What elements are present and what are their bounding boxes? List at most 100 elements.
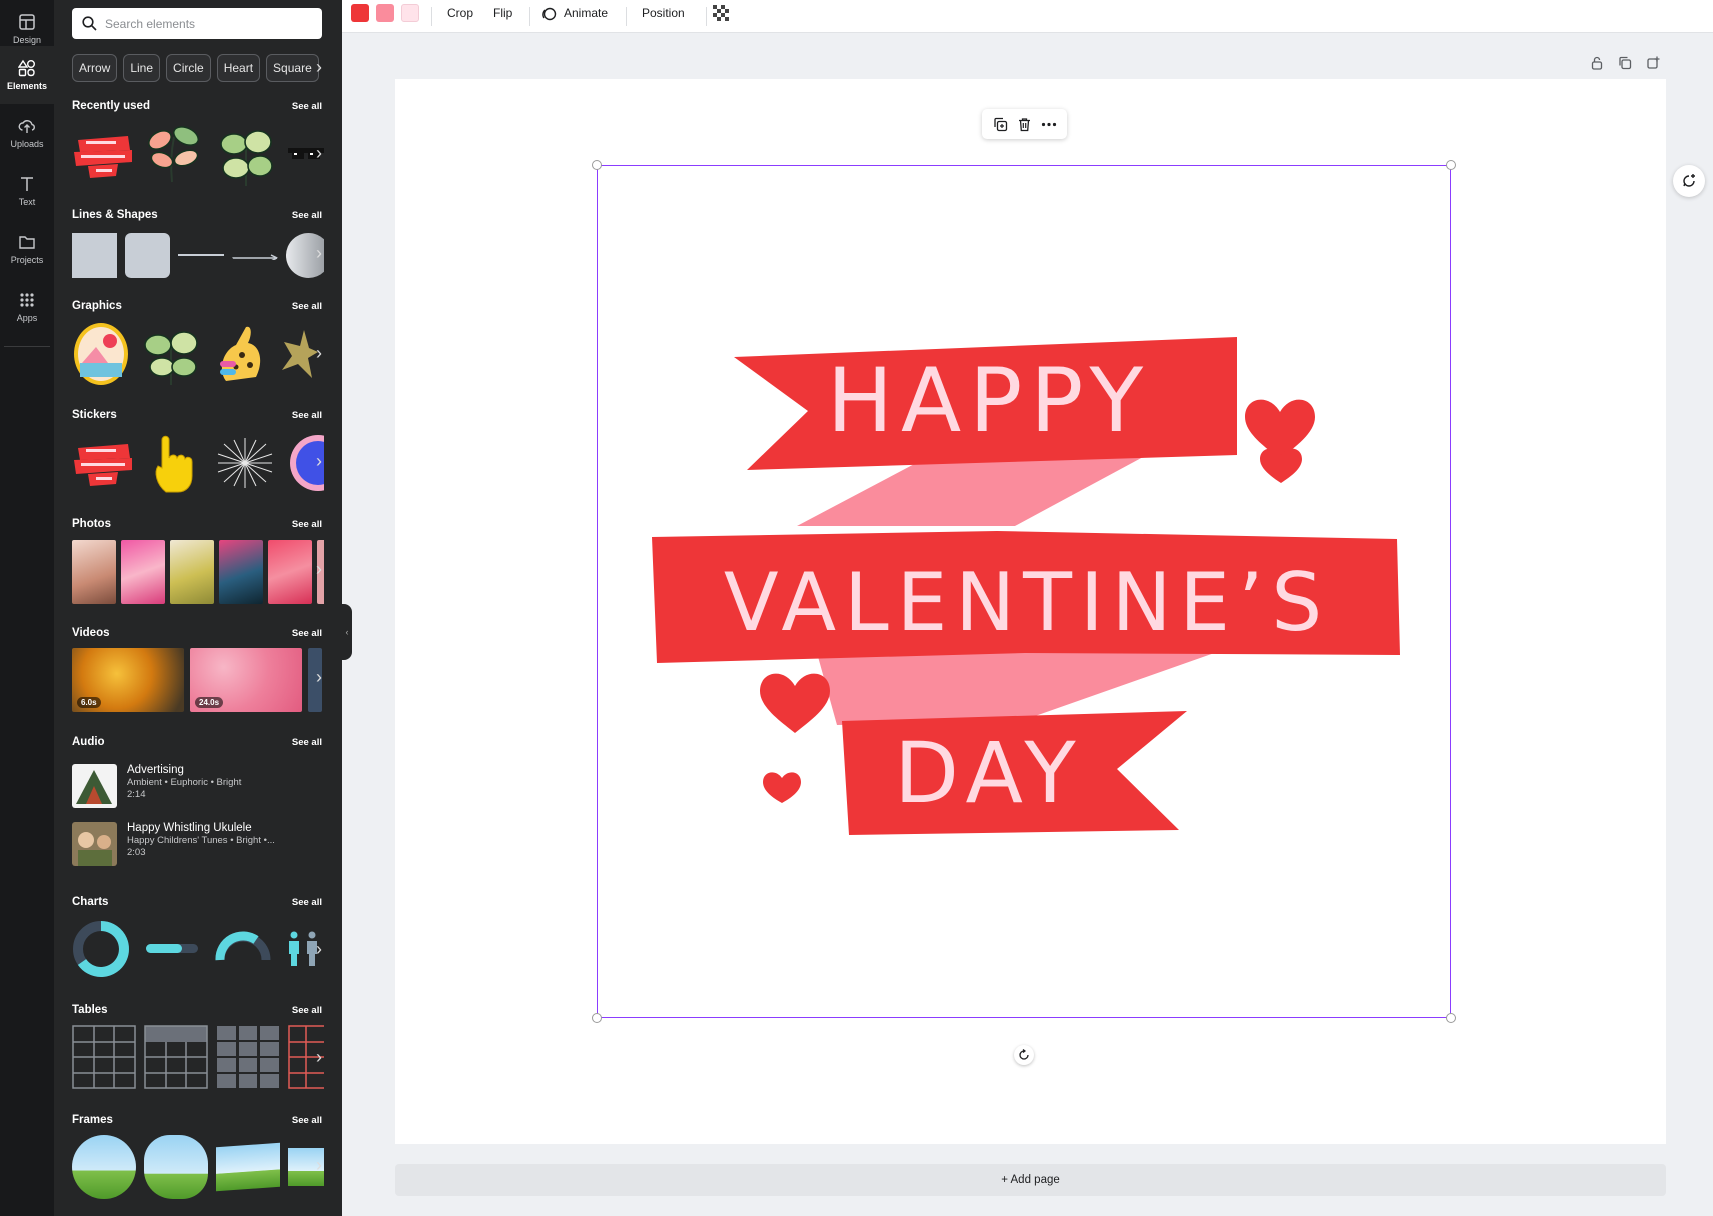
duplicate-page-icon[interactable] <box>1618 56 1632 70</box>
position-button[interactable]: Position <box>642 6 685 20</box>
valentine-banner-thumb[interactable] <box>72 124 134 186</box>
monstera-thumb[interactable] <box>214 122 278 188</box>
scalloped-frame-thumb[interactable] <box>144 1135 208 1199</box>
add-page-button[interactable]: + Add page <box>395 1164 1666 1196</box>
see-all-frames[interactable]: See all <box>292 1115 322 1126</box>
resize-handle-bottom-left[interactable] <box>592 1013 602 1023</box>
color-swatch-red[interactable] <box>351 4 369 22</box>
photo-thumb[interactable] <box>219 540 263 604</box>
chevron-right-icon[interactable]: › <box>316 58 322 76</box>
chevron-right-icon[interactable]: › <box>316 668 322 686</box>
gold-star-graphic[interactable] <box>278 326 318 382</box>
rounded-square-shape[interactable] <box>125 232 170 278</box>
video-thumb[interactable]: 24.0s <box>190 648 302 712</box>
line-shape[interactable] <box>178 254 224 256</box>
refresh-comment-button[interactable] <box>1673 165 1705 197</box>
rail-item-text[interactable]: Text <box>0 162 54 220</box>
see-all-recently-used[interactable]: See all <box>292 101 322 112</box>
resize-handle-bottom-right[interactable] <box>1446 1013 1456 1023</box>
progress-bar-thumb[interactable] <box>144 920 200 978</box>
table-thumb[interactable] <box>144 1025 208 1089</box>
rail-item-apps[interactable]: Apps <box>0 278 54 336</box>
starburst-sticker[interactable] <box>212 432 278 494</box>
lock-icon[interactable] <box>1590 56 1604 70</box>
see-all-charts[interactable]: See all <box>292 897 322 908</box>
table-thumb[interactable] <box>216 1025 280 1089</box>
toolbar-divider <box>706 7 707 26</box>
element-floating-menu <box>982 109 1067 139</box>
chevron-right-icon[interactable]: › <box>316 1156 322 1174</box>
chevron-right-icon[interactable]: › <box>316 452 322 470</box>
chevron-right-icon[interactable]: › <box>316 344 322 362</box>
torn-frame-thumb[interactable] <box>216 1142 280 1192</box>
see-all-videos[interactable]: See all <box>292 628 322 639</box>
color-swatch-light-pink[interactable] <box>401 4 419 22</box>
photo-thumb[interactable] <box>121 540 165 604</box>
chip-square[interactable]: Square <box>266 54 319 82</box>
resize-handle-top-right[interactable] <box>1446 160 1456 170</box>
rail-item-elements[interactable]: Elements <box>0 46 54 104</box>
collapse-panel-button[interactable]: ‹ <box>342 604 352 660</box>
rail-label: Uploads <box>10 139 44 149</box>
audio-item[interactable]: Advertising Ambient • Euphoric • Bright … <box>72 764 322 808</box>
search-box[interactable] <box>72 8 322 39</box>
photo-thumb[interactable] <box>268 540 312 604</box>
chevron-right-icon[interactable]: › <box>316 560 322 578</box>
photo-thumb[interactable] <box>170 540 214 604</box>
chip-heart[interactable]: Heart <box>216 54 261 82</box>
rail-item-uploads[interactable]: Uploads <box>0 104 54 162</box>
see-all-lines-shapes[interactable]: See all <box>292 210 322 221</box>
chip-arrow[interactable]: Arrow <box>72 54 118 82</box>
search-input[interactable] <box>105 16 305 31</box>
animate-button[interactable]: Animate <box>564 6 608 20</box>
add-page-icon[interactable] <box>1646 56 1660 70</box>
chevron-right-icon[interactable]: › <box>316 244 322 262</box>
crop-button[interactable]: Crop <box>447 6 473 20</box>
donut-chart-thumb[interactable] <box>72 920 130 978</box>
rail-label: Projects <box>10 255 44 265</box>
chip-circle[interactable]: Circle <box>166 54 211 82</box>
video-duration: 6.0s <box>77 697 101 708</box>
rail-label: Elements <box>6 81 48 91</box>
photo-thumb[interactable] <box>72 540 116 604</box>
transparency-icon[interactable] <box>713 5 729 21</box>
leopard-hand-graphic[interactable] <box>212 321 270 387</box>
grid-icon <box>20 293 34 307</box>
chevron-right-icon[interactable]: › <box>316 144 322 162</box>
trash-icon[interactable] <box>1017 117 1032 132</box>
animate-icon <box>542 7 557 21</box>
plant-leaf-thumb[interactable] <box>142 122 206 188</box>
pointing-hand-sticker[interactable] <box>142 432 204 494</box>
section-title-tables: Tables <box>72 1004 108 1016</box>
gauge-chart-thumb[interactable] <box>214 920 272 978</box>
monstera-graphic[interactable] <box>138 321 204 387</box>
duplicate-icon[interactable] <box>993 117 1008 132</box>
more-options-icon[interactable] <box>1041 117 1057 132</box>
rail-item-projects[interactable]: Projects <box>0 220 54 278</box>
resize-handle-top-left[interactable] <box>592 160 602 170</box>
arrow-line-shape[interactable] <box>232 250 278 260</box>
comment-add-icon <box>1683 174 1695 187</box>
table-thumb[interactable] <box>72 1025 136 1089</box>
sun-mountain-graphic[interactable] <box>72 321 130 387</box>
audio-item[interactable]: Happy Whistling Ukulele Happy Childrens'… <box>72 822 322 866</box>
chip-line[interactable]: Line <box>123 54 161 82</box>
rail-label: Apps <box>16 313 38 323</box>
see-all-stickers[interactable]: See all <box>292 410 322 421</box>
see-all-photos[interactable]: See all <box>292 519 322 530</box>
audio-duration: 2:14 <box>127 789 146 800</box>
see-all-tables[interactable]: See all <box>292 1005 322 1016</box>
color-swatch-pink[interactable] <box>376 4 394 22</box>
see-all-audio[interactable]: See all <box>292 737 322 748</box>
flip-button[interactable]: Flip <box>493 6 512 20</box>
circle-frame-thumb[interactable] <box>72 1135 136 1199</box>
chevron-right-icon[interactable]: › <box>316 1048 322 1066</box>
see-all-graphics[interactable]: See all <box>292 301 322 312</box>
rotate-handle[interactable] <box>1014 1045 1034 1065</box>
square-shape[interactable] <box>72 232 117 278</box>
section-title-frames: Frames <box>72 1114 113 1126</box>
audio-duration: 2:03 <box>127 847 146 858</box>
valentine-sticker[interactable] <box>72 432 134 494</box>
video-thumb[interactable]: 6.0s <box>72 648 184 712</box>
chevron-right-icon[interactable]: › <box>316 940 322 958</box>
